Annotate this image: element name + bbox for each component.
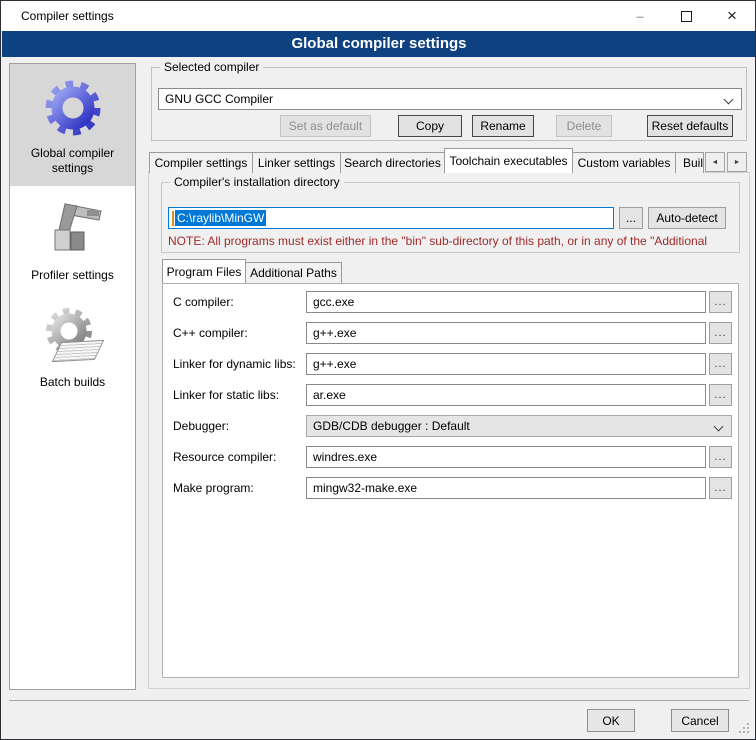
sidebar-item-label: Profiler settings: [31, 268, 114, 283]
debugger-select[interactable]: GDB/CDB debugger : Default: [306, 415, 732, 437]
gear-blue-icon: [41, 76, 105, 140]
ok-button[interactable]: OK: [587, 709, 635, 732]
sidebar-item-batch-builds[interactable]: Batch builds: [10, 293, 135, 400]
compiler-settings-dialog: Compiler settings – × Global compiler se…: [0, 0, 756, 740]
settings-tab-strip: Compiler settings Linker settings Search…: [149, 148, 747, 173]
linker-static-input[interactable]: ar.exe: [306, 384, 706, 406]
selected-compiler-group-label: Selected compiler: [160, 60, 263, 74]
field-value: mingw32-make.exe: [313, 481, 417, 495]
field-label: Resource compiler:: [173, 450, 276, 464]
page-title: Global compiler settings: [2, 31, 756, 57]
chevron-down-icon: [714, 422, 724, 432]
field-value: windres.exe: [313, 450, 377, 464]
bin-subdirectory-note: NOTE: All programs must exist either in …: [168, 234, 744, 248]
tab-toolchain-executables[interactable]: Toolchain executables: [444, 148, 573, 173]
field-label: C compiler:: [173, 295, 234, 309]
program-files-tab-strip: Program Files Additional Paths: [162, 259, 341, 283]
tab-additional-paths[interactable]: Additional Paths: [245, 262, 342, 283]
installation-directory-group-label: Compiler's installation directory: [170, 175, 344, 189]
auto-detect-button[interactable]: Auto-detect: [648, 207, 726, 229]
field-label: Debugger:: [173, 419, 229, 433]
field-row-resource-compiler: Resource compiler: windres.exe ...: [163, 446, 738, 468]
tab-program-files[interactable]: Program Files: [162, 259, 246, 283]
footer-divider: [9, 700, 749, 701]
tab-scroll-right-button[interactable]: ►: [727, 152, 747, 172]
set-as-default-button[interactable]: Set as default: [280, 115, 371, 137]
linker-dynamic-input[interactable]: g++.exe: [306, 353, 706, 375]
browse-button[interactable]: ...: [709, 353, 732, 375]
window-title: Compiler settings: [1, 9, 617, 23]
make-program-input[interactable]: mingw32-make.exe: [306, 477, 706, 499]
c-compiler-input[interactable]: gcc.exe: [306, 291, 706, 313]
minimize-button[interactable]: –: [617, 1, 663, 31]
minimize-icon: –: [636, 8, 644, 24]
close-icon: ×: [727, 6, 737, 26]
browse-button[interactable]: ...: [709, 446, 732, 468]
tab-scroll-left-button[interactable]: ◄: [705, 152, 725, 172]
directory-browse-button[interactable]: ...: [619, 207, 643, 229]
delete-button[interactable]: Delete: [556, 115, 612, 137]
tab-linker-settings[interactable]: Linker settings: [252, 152, 341, 173]
field-row-make-program: Make program: mingw32-make.exe ...: [163, 477, 738, 499]
field-label: Make program:: [173, 481, 254, 495]
maximize-button[interactable]: [663, 1, 709, 31]
browse-button[interactable]: ...: [709, 384, 732, 406]
gear-gray-stack-icon: [41, 305, 105, 369]
sidebar-item-global-compiler-settings[interactable]: Global compiler settings: [10, 64, 135, 186]
program-files-panel: C compiler: gcc.exe ... C++ compiler: g+…: [162, 283, 739, 678]
field-label: C++ compiler:: [173, 326, 248, 340]
title-bar[interactable]: Compiler settings – ×: [1, 1, 755, 31]
field-value: ar.exe: [313, 388, 346, 402]
installation-directory-input[interactable]: C:\raylib\MinGW: [168, 207, 614, 229]
resource-compiler-input[interactable]: windres.exe: [306, 446, 706, 468]
field-label: Linker for dynamic libs:: [173, 357, 296, 371]
maximize-icon: [681, 11, 692, 22]
chevron-down-icon: [724, 95, 734, 105]
sidebar-item-label: Global compiler settings: [12, 146, 133, 176]
cancel-button[interactable]: Cancel: [671, 709, 729, 732]
caliper-icon: [41, 198, 105, 262]
field-value: GDB/CDB debugger : Default: [313, 419, 470, 433]
field-row-linker-dynamic: Linker for dynamic libs: g++.exe ...: [163, 353, 738, 375]
copy-button[interactable]: Copy: [398, 115, 462, 137]
browse-button[interactable]: ...: [709, 322, 732, 344]
field-row-c-compiler: C compiler: gcc.exe ...: [163, 291, 738, 313]
text-caret: [172, 211, 174, 226]
installation-directory-value: C:\raylib\MinGW: [175, 210, 266, 226]
toolchain-executables-panel: Compiler's installation directory C:\ray…: [148, 172, 750, 689]
tab-compiler-settings[interactable]: Compiler settings: [149, 152, 253, 173]
field-row-debugger: Debugger: GDB/CDB debugger : Default: [163, 415, 738, 437]
tab-search-directories[interactable]: Search directories: [340, 152, 445, 173]
browse-button[interactable]: ...: [709, 477, 732, 499]
reset-defaults-button[interactable]: Reset defaults: [647, 115, 733, 137]
resize-grip[interactable]: [747, 723, 749, 725]
close-button[interactable]: ×: [709, 1, 755, 31]
field-value: g++.exe: [313, 357, 356, 371]
compiler-select[interactable]: GNU GCC Compiler: [158, 88, 742, 110]
tab-build-options[interactable]: Build options: [675, 152, 704, 173]
field-value: gcc.exe: [313, 295, 354, 309]
tab-custom-variables[interactable]: Custom variables: [572, 152, 676, 173]
sidebar-item-profiler-settings[interactable]: Profiler settings: [10, 186, 135, 293]
field-label: Linker for static libs:: [173, 388, 279, 402]
compiler-select-value: GNU GCC Compiler: [165, 92, 273, 106]
cpp-compiler-input[interactable]: g++.exe: [306, 322, 706, 344]
field-value: g++.exe: [313, 326, 356, 340]
arrow-right-icon: ►: [734, 159, 741, 166]
sidebar-item-label: Batch builds: [40, 375, 105, 390]
field-row-cpp-compiler: C++ compiler: g++.exe ...: [163, 322, 738, 344]
browse-button[interactable]: ...: [709, 291, 732, 313]
settings-category-list: Global compiler settings Profiler settin…: [9, 63, 136, 690]
selected-compiler-group: Selected compiler GNU GCC Compiler Set a…: [151, 67, 747, 141]
rename-button[interactable]: Rename: [472, 115, 534, 137]
field-row-linker-static: Linker for static libs: ar.exe ...: [163, 384, 738, 406]
arrow-left-icon: ◄: [712, 159, 719, 166]
